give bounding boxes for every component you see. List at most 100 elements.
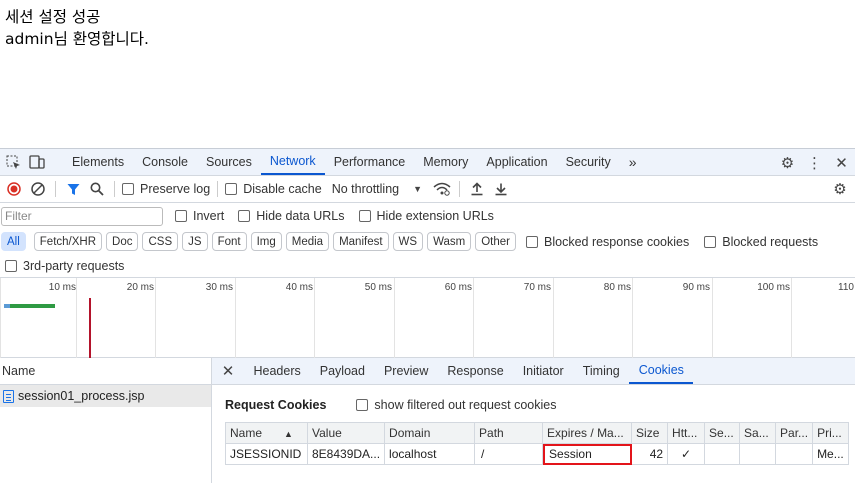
close-details-icon[interactable]: ✕ xyxy=(212,358,244,384)
column-header-domain[interactable]: Domain xyxy=(384,422,476,444)
tab-response[interactable]: Response xyxy=(438,358,513,384)
request-cookies-header: Request Cookies show filtered out reques… xyxy=(225,398,556,412)
tab-sources[interactable]: Sources xyxy=(197,149,261,175)
filter-input[interactable]: Filter xyxy=(1,206,163,226)
search-icon[interactable] xyxy=(85,177,109,201)
checkbox-box[interactable] xyxy=(225,183,238,195)
column-header-secure[interactable]: Se... xyxy=(704,422,741,444)
checkbox-box[interactable] xyxy=(175,210,187,222)
column-header-partition-key[interactable]: Par... xyxy=(775,422,814,444)
timeline-label: 10 ms xyxy=(48,282,76,293)
tab-elements[interactable]: Elements xyxy=(63,149,133,175)
request-details: ✕ Headers Payload Preview Response Initi… xyxy=(212,358,855,483)
import-har-icon[interactable] xyxy=(465,177,489,201)
chip-wasm[interactable]: Wasm xyxy=(427,232,472,251)
tab-performance[interactable]: Performance xyxy=(325,149,415,175)
tab-security[interactable]: Security xyxy=(557,149,620,175)
timeline-column: 40 ms xyxy=(235,278,313,358)
cookie-value: 8E8439DA... xyxy=(306,443,386,465)
chip-doc[interactable]: Doc xyxy=(106,232,139,251)
cookies-table: Name ▲ Value Domain Path Expires / Ma... … xyxy=(225,422,849,465)
divider xyxy=(114,181,115,197)
checkbox-box[interactable] xyxy=(122,183,134,195)
column-header-httponly[interactable]: Htt... xyxy=(667,422,706,444)
column-header-priority[interactable]: Pri... xyxy=(812,422,849,444)
cookie-secure xyxy=(704,443,741,465)
tab-network[interactable]: Network xyxy=(260,149,325,175)
checkbox-box[interactable] xyxy=(358,210,371,222)
record-stop-icon[interactable] xyxy=(2,177,26,201)
column-header-samesite[interactable]: Sa... xyxy=(739,422,777,444)
tab-preview[interactable]: Preview xyxy=(374,358,437,384)
tab-headers[interactable]: Headers xyxy=(244,358,310,384)
throttling-value: No throttling xyxy=(331,182,400,196)
devtools-main-tabs: Elements Console Sources Network Perform… xyxy=(0,148,855,176)
inspect-element-icon[interactable] xyxy=(1,149,25,175)
network-detail-area: Name session01_process.jsp ✕ Headers Pay… xyxy=(0,358,855,483)
cookie-domain: localhost xyxy=(384,443,476,465)
session-success-text: 세션 설정 성공 xyxy=(5,8,101,26)
dropdown-arrow-icon: ▼ xyxy=(413,184,423,194)
export-har-icon[interactable] xyxy=(489,177,513,201)
sort-ascending-icon: ▲ xyxy=(284,429,293,439)
show-filtered-cookies-checkbox[interactable]: show filtered out request cookies xyxy=(356,398,556,412)
disable-cache-checkbox[interactable]: Disable cache xyxy=(225,182,322,196)
divider xyxy=(459,181,461,197)
column-header-size[interactable]: Size xyxy=(631,422,669,444)
settings-gear-icon[interactable]: ⚙ xyxy=(774,154,801,172)
chip-manifest[interactable]: Manifest xyxy=(333,232,389,251)
preserve-log-checkbox[interactable]: Preserve log xyxy=(122,182,210,196)
column-header-value[interactable]: Value xyxy=(306,422,386,444)
checkbox-box[interactable] xyxy=(5,259,17,272)
blocked-requests-checkbox[interactable]: Blocked requests xyxy=(704,235,818,249)
tab-payload[interactable]: Payload xyxy=(310,358,374,384)
more-options-icon[interactable]: ⋮ xyxy=(801,154,828,172)
network-overview-timeline[interactable]: 10 ms 20 ms 30 ms 40 ms 50 ms 60 ms 70 m… xyxy=(0,277,855,358)
tab-application[interactable]: Application xyxy=(477,149,556,175)
invert-checkbox[interactable]: Invert xyxy=(175,209,224,223)
filter-funnel-icon[interactable] xyxy=(61,177,85,201)
timeline-column: 110 xyxy=(791,278,854,358)
network-settings-gear-icon[interactable]: ⚙ xyxy=(828,177,852,201)
close-devtools-icon[interactable]: ✕ xyxy=(828,154,855,172)
chip-css[interactable]: CSS xyxy=(142,232,179,251)
tab-console[interactable]: Console xyxy=(133,149,197,175)
chip-other[interactable]: Other xyxy=(475,232,516,251)
tab-timing[interactable]: Timing xyxy=(573,358,629,384)
column-header-name[interactable]: Name ▲ xyxy=(225,422,308,444)
checkbox-box[interactable] xyxy=(356,399,369,411)
clear-icon[interactable] xyxy=(26,177,50,201)
request-list-header[interactable]: Name xyxy=(0,358,211,385)
tab-initiator[interactable]: Initiator xyxy=(513,358,573,384)
chip-all[interactable]: All xyxy=(1,232,26,251)
hide-extension-urls-checkbox[interactable]: Hide extension URLs xyxy=(358,209,494,223)
chip-ws[interactable]: WS xyxy=(392,232,424,251)
column-header-path[interactable]: Path xyxy=(474,422,544,444)
device-toolbar-icon[interactable] xyxy=(25,149,49,175)
network-conditions-icon[interactable] xyxy=(430,177,454,201)
blocked-response-cookies-checkbox[interactable]: Blocked response cookies xyxy=(526,235,689,249)
more-tabs-icon[interactable]: » xyxy=(620,149,646,175)
request-row[interactable]: session01_process.jsp xyxy=(0,385,211,407)
checkbox-box[interactable] xyxy=(704,235,717,248)
chip-font[interactable]: Font xyxy=(211,232,247,251)
chip-img[interactable]: Img xyxy=(250,232,282,251)
chip-js[interactable]: JS xyxy=(182,232,208,251)
tab-cookies[interactable]: Cookies xyxy=(629,358,694,384)
chip-media[interactable]: Media xyxy=(285,232,330,251)
timeline-column: 20 ms xyxy=(76,278,154,358)
timeline-column: 70 ms xyxy=(473,278,551,358)
cookie-partition-key xyxy=(775,443,814,465)
cookie-row[interactable]: JSESSIONID 8E8439DA... localhost / Sessi… xyxy=(225,443,849,465)
checkbox-box[interactable] xyxy=(238,210,251,222)
throttling-select[interactable]: No throttling ▼ xyxy=(332,182,422,196)
cookies-table-header: Name ▲ Value Domain Path Expires / Ma... … xyxy=(225,422,849,444)
hide-data-urls-label: Hide data URLs xyxy=(256,209,345,223)
column-header-expires[interactable]: Expires / Ma... xyxy=(542,422,633,444)
checkbox-box[interactable] xyxy=(526,235,538,248)
tab-memory[interactable]: Memory xyxy=(414,149,477,175)
third-party-requests-checkbox[interactable]: 3rd-party requests xyxy=(5,259,124,273)
hide-data-urls-checkbox[interactable]: Hide data URLs xyxy=(238,209,345,223)
timeline-label: 40 ms xyxy=(285,282,313,293)
chip-fetch-xhr[interactable]: Fetch/XHR xyxy=(33,232,103,251)
